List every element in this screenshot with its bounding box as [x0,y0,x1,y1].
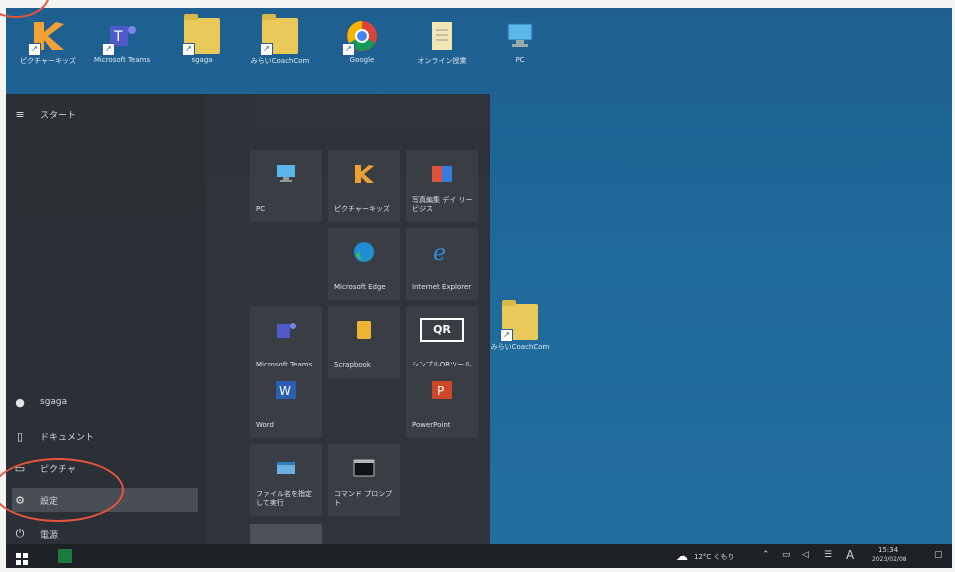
windows-start-icon[interactable] [16,550,28,565]
user-icon: ● [15,395,25,409]
start-item-label: sgaga [40,397,68,407]
tile-internet-explorer[interactable]: e Internet Explorer [406,228,478,300]
word-icon: W [274,378,298,402]
weather-text[interactable]: 12°C くもり [694,552,735,562]
start-item-power[interactable]: ⏻ 電源 [12,522,198,546]
document-icon: ▯ [16,429,24,443]
desktop-icon-label: sgaga [191,56,213,64]
taskbar: ☁ 12°C くもり ⌃ ▭ ◁ ☰ A 15:34 2023/02/08 ▢ [6,544,952,568]
cloud-icon[interactable]: ☁ [676,549,688,563]
folder-icon: ↗ [500,300,538,342]
power-icon: ⏻ [15,527,25,540]
ime-indicator[interactable]: A [846,548,854,562]
run-icon [274,456,298,480]
desktop-icon-picture-kids[interactable]: ↗ ピクチャーキッズ [12,12,84,66]
svg-text:P: P [437,384,444,398]
tile-run[interactable]: ファイル名を指定して実行 [250,444,322,516]
computer-icon [502,18,538,54]
folder-icon: ↗ [182,14,220,56]
desktop: ↗ ピクチャーキッズ T ↗ Microsoft Teams ↗ sgaga ↗ … [6,8,952,568]
network-icon[interactable]: ▭ [782,550,791,560]
chrome-icon: ↗ [342,18,380,56]
desktop-icon-label: PC [515,56,525,64]
folder-icon: ↗ [260,14,298,56]
desktop-icon-label: Google [349,56,375,64]
keyboard-icon[interactable]: ☰ [824,550,832,560]
desktop-icon-sgaga[interactable]: ↗ sgaga [166,12,238,64]
start-menu-header[interactable]: ≡ スタート [12,102,198,126]
computer-icon [274,162,298,186]
svg-text:e: e [433,241,446,264]
edge-icon [352,240,376,264]
start-item-label: 電源 [40,530,59,541]
desktop-icon-folder-mid[interactable]: ↗ みらいCoachCom [484,298,556,352]
tile-photo-editor[interactable]: 写真編集 デイ リービジス [406,150,478,222]
photo-editor-icon [430,162,454,186]
svg-text:W: W [279,384,291,398]
start-item-documents[interactable]: ▯ ドキュメント [12,424,198,448]
desktop-icon-chrome[interactable]: ↗ Google [326,12,398,64]
desktop-icon-online-class[interactable]: オンライン授業 [406,12,478,66]
tile-pc[interactable]: PC [250,150,322,222]
tile-scrapbook[interactable]: Scrapbook [328,306,400,378]
tile-picture-kids[interactable]: ピクチャーキッズ [328,150,400,222]
notification-icon[interactable]: ▢ [934,550,943,560]
start-item-account[interactable]: ● sgaga [12,390,198,414]
teams-icon: T ↗ [102,18,140,56]
desktop-icon-pc[interactable]: PC [484,12,556,64]
terminal-icon [352,456,376,480]
document-icon [424,18,460,54]
clock-time[interactable]: 15:34 [878,546,898,554]
tile-command-prompt[interactable]: コマンド プロンプト [328,444,400,516]
qr-icon: QR [420,318,464,342]
desktop-icon-teams[interactable]: T ↗ Microsoft Teams [86,12,158,64]
desktop-icon-label: みらいCoachCom [490,343,550,351]
tile-powerpoint[interactable]: P PowerPoint [406,366,478,438]
desktop-icon-label: ピクチャーキッズ [20,57,76,65]
picture-kids-icon [352,162,376,186]
hamburger-icon[interactable]: ≡ [12,108,28,121]
start-item-label: ドキュメント [40,432,95,443]
scrapbook-icon [352,318,376,342]
desktop-icon-label: みらいCoachCom [250,57,310,65]
desktop-icon-folder[interactable]: ↗ みらいCoachCom [244,12,316,66]
picture-kids-icon: ↗ [28,18,66,56]
partial-tile[interactable] [250,524,322,544]
start-menu-title: スタート [40,110,77,121]
ie-icon: e [430,240,454,266]
excel-taskbar-icon[interactable] [58,549,72,563]
powerpoint-icon: P [430,378,454,402]
tile-word[interactable]: W Word [250,366,322,438]
desktop-icon-label: オンライン授業 [417,57,467,65]
volume-icon[interactable]: ◁ [802,550,809,560]
tile-edge[interactable]: Microsoft Edge [328,228,400,300]
desktop-icon-label: Microsoft Teams [93,56,151,64]
chevron-up-icon[interactable]: ⌃ [762,550,770,560]
teams-icon [274,318,298,342]
clock-date[interactable]: 2023/02/08 [872,556,907,563]
